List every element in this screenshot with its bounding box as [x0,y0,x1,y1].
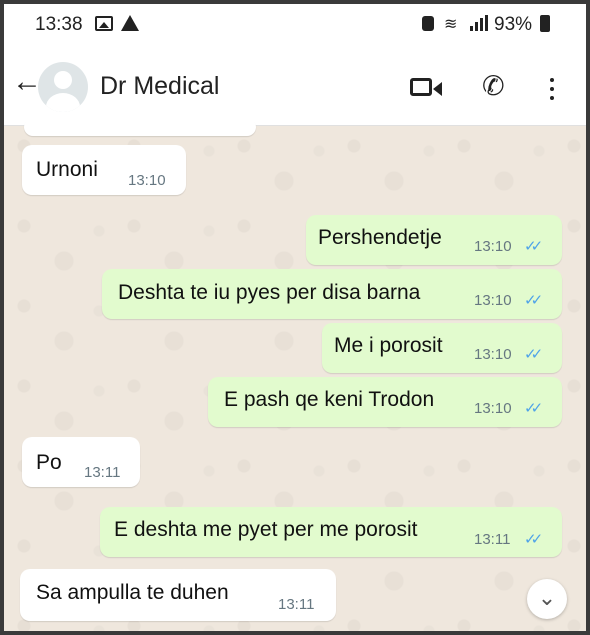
phone-screen: 13:38 ≋ 93% ← Dr Medical ✆ Urnoni 13:10 … [4,4,586,631]
message-time: 13:10 [474,346,512,363]
wifi-icon: ≋ [444,16,458,33]
chat-header: ← Dr Medical ✆ [4,46,586,126]
read-receipt-icon: ✓✓ [524,238,543,255]
video-call-icon[interactable] [410,78,442,96]
message-time: 13:10 [128,172,166,189]
battery-icon [540,15,550,32]
message-bubble[interactable]: Pershendetje 13:10 ✓✓ [306,215,562,265]
message-bubble[interactable]: Po 13:11 [22,437,140,487]
read-receipt-icon: ✓✓ [524,346,543,363]
message-time: 13:10 [474,292,512,309]
message-text: Deshta te iu pyes per disa barna [118,281,421,304]
read-receipt-icon: ✓✓ [524,531,543,548]
message-time: 13:11 [278,596,315,613]
lock-icon [422,16,434,31]
message-time: 13:11 [84,464,121,481]
message-text: E pash qe keni Trodon [224,388,435,411]
message-time: 13:11 [474,531,511,548]
read-receipt-icon: ✓✓ [524,292,543,309]
avatar[interactable] [38,62,88,112]
message-text: Pershendetje [318,226,442,249]
message-time: 13:10 [474,400,512,417]
more-vertical-icon[interactable] [550,78,554,100]
gallery-icon [95,16,113,31]
contact-name[interactable]: Dr Medical [100,72,219,101]
message-text: Me i porosit [334,334,443,357]
read-receipt-icon: ✓✓ [524,400,543,417]
alert-icon [121,15,139,31]
message-time: 13:10 [474,238,512,255]
message-bubble[interactable]: E pash qe keni Trodon 13:10 ✓✓ [208,377,562,427]
message-text: Urnoni [36,158,98,181]
message-text: Po [36,451,62,474]
message-text: E deshta me pyet per me porosit [114,518,418,541]
message-text: Sa ampulla te duhen [36,581,229,604]
status-bar: 13:38 ≋ 93% [4,4,586,46]
phone-icon[interactable]: ✆ [482,71,505,102]
message-bubble[interactable]: Me i porosit 13:10 ✓✓ [322,323,562,373]
status-time: 13:38 [35,14,83,35]
battery-percentage: 93% [494,14,533,35]
message-bubble-partial [24,118,256,136]
chevron-double-down-icon[interactable]: ⌄ [527,579,567,619]
message-bubble[interactable]: E deshta me pyet per me porosit 13:11 ✓✓ [100,507,562,557]
message-bubble[interactable]: Urnoni 13:10 [22,145,186,195]
message-bubble[interactable]: Deshta te iu pyes per disa barna 13:10 ✓… [102,269,562,319]
signal-icon [470,15,488,31]
message-bubble[interactable]: Sa ampulla te duhen 13:11 [20,569,336,621]
